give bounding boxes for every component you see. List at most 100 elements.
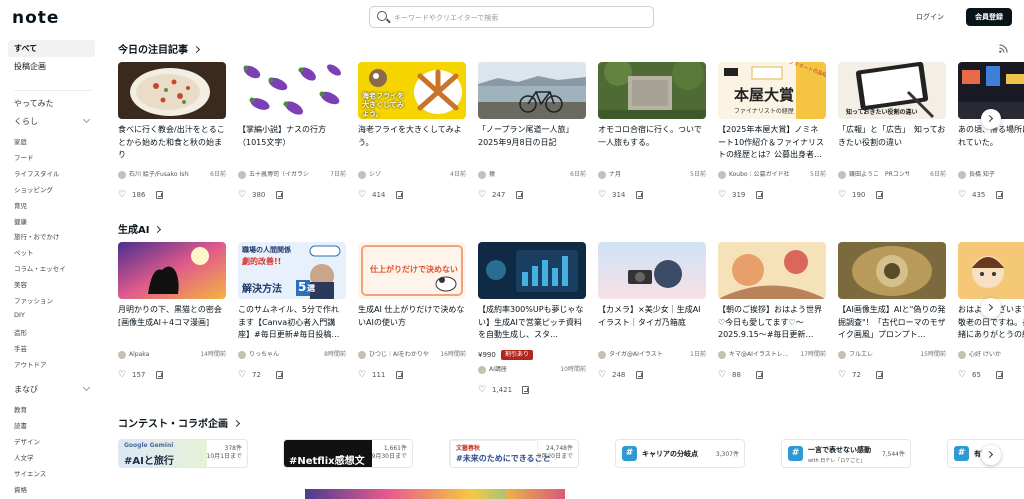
sidebar-item[interactable]: ペット xyxy=(14,247,34,257)
bookmark-icon[interactable] xyxy=(996,191,1003,199)
ai-next-button[interactable] xyxy=(981,298,1001,318)
article-card[interactable]: 【カメラ】×美少女｜生成AIイラスト｜タイガ乃箱庭 タイガ@AIイラスト 1日前 ♡ 2… xyxy=(598,242,706,402)
heart-icon[interactable]: ♡ xyxy=(598,191,606,200)
author-name[interactable]: 猿 xyxy=(489,171,549,179)
sidebar-item[interactable]: 育児 xyxy=(14,200,27,210)
sidebar-item[interactable]: コラム・エッセイ xyxy=(14,263,66,273)
article-author[interactable]: りっちゃん 8時間前 xyxy=(238,351,346,360)
author-name[interactable]: Koubo｜公募ガイド社 xyxy=(729,171,789,179)
signup-button[interactable]: 会員登録 xyxy=(966,8,1012,26)
featured-next-button[interactable] xyxy=(981,109,1001,129)
avatar[interactable] xyxy=(478,171,486,179)
chevron-down-icon[interactable] xyxy=(82,383,91,392)
section-ai-heading[interactable]: 生成AI xyxy=(118,221,162,236)
bookmark-icon[interactable] xyxy=(756,371,763,379)
article-title[interactable]: 【カメラ】×美少女｜生成AIイラスト｜タイガ乃箱庭 xyxy=(598,304,706,342)
article-author[interactable]: 五十嵐博司（イガラシ… 7日前 xyxy=(238,171,346,180)
avatar[interactable] xyxy=(358,171,366,179)
sidebar-item[interactable]: 家庭 xyxy=(14,136,27,146)
article-card[interactable]: 食べに行く教会/出汁をとることから始めた和食と秋の始まり 石川 絵子/Fusako… xyxy=(118,62,226,222)
article-thumbnail[interactable] xyxy=(238,62,346,119)
avatar[interactable] xyxy=(478,366,486,374)
article-card[interactable]: あの頃、帰る場所になってくれていた。長橋 知子7日前 ♡ 435 xyxy=(958,62,1024,222)
article-author[interactable]: 鎌田ようこ PRコンサ… 6日前 xyxy=(838,171,946,180)
avatar[interactable] xyxy=(118,351,126,359)
article-author[interactable]: 石川 絵子/Fusako Ishika… 6日前 xyxy=(118,171,226,180)
bookmark-icon[interactable] xyxy=(522,386,529,394)
contest-card[interactable]: # 一言で表せない感動 with 日テレ「ロケごと」 7,544件 xyxy=(781,439,911,468)
article-card[interactable]: 【掌編小説】ナスの行方（1015文字） 五十嵐博司（イガラシ… 7日前 ♡ 380 xyxy=(238,62,346,222)
avatar[interactable] xyxy=(238,171,246,179)
article-thumbnail[interactable]: 職場の人間関係 劇的改善!! 解決方法 5 選 xyxy=(238,242,346,299)
article-title[interactable]: オモコロ合宿に行く。ついで一人旅もする。 xyxy=(598,124,706,162)
sidebar-item[interactable]: フード xyxy=(14,152,34,162)
article-title[interactable]: 【成約率300%UPも夢じゃない】生成AIで営業ピッチ資料を自動生成し、スタ… xyxy=(478,304,586,342)
author-name[interactable]: 五十嵐博司（イガラシ… xyxy=(249,171,309,179)
author-name[interactable]: 石川 絵子/Fusako Ishika… xyxy=(129,171,189,179)
bookmark-icon[interactable] xyxy=(756,191,763,199)
avatar[interactable] xyxy=(598,171,606,179)
sidebar-item[interactable]: 美容 xyxy=(14,279,27,289)
article-title[interactable]: 海老フライを大きくしてみよう。 xyxy=(358,124,466,162)
heart-icon[interactable]: ♡ xyxy=(958,191,966,200)
article-card[interactable]: 【AI画像生成】AIと"偽りの発掘調査"！「古代ローマのモザイク画風」プロンプト… xyxy=(838,242,946,402)
article-title[interactable]: 月明かりの下、黒猫との密会[画像生成AI＋4コマ漫画] xyxy=(118,304,226,342)
article-author[interactable]: シゾ 4日前 xyxy=(358,171,466,180)
article-thumbnail[interactable] xyxy=(838,242,946,299)
bookmark-icon[interactable] xyxy=(396,191,403,199)
bookmark-icon[interactable] xyxy=(516,191,523,199)
contest-card[interactable]: # キャリアの分岐点 3,307件 xyxy=(615,439,745,468)
contest-card[interactable]: #AIと旅行 Google Gemini 378件 10月1日まで xyxy=(118,439,248,468)
bookmark-icon[interactable] xyxy=(876,191,883,199)
article-author[interactable]: キマ@AIイラストレ… 17時間前 xyxy=(718,351,826,360)
article-card[interactable]: 本屋大賞 ファイナリストの経歴 ノミネート作品紹介 【2025年本屋大賞】ノミネート1… xyxy=(718,62,826,222)
article-author[interactable]: タイガ@AIイラスト 1日前 xyxy=(598,351,706,360)
article-author[interactable]: 猿 6日前 xyxy=(478,171,586,180)
author-name[interactable]: フルエレ xyxy=(849,351,909,359)
avatar[interactable] xyxy=(718,171,726,179)
author-name[interactable]: キマ@AIイラストレ… xyxy=(729,351,789,359)
article-thumbnail[interactable] xyxy=(958,242,1024,299)
heart-icon[interactable]: ♡ xyxy=(358,371,366,380)
bookmark-icon[interactable] xyxy=(276,191,283,199)
article-author[interactable]: ナ月 5日前 xyxy=(598,171,706,180)
heart-icon[interactable]: ♡ xyxy=(238,371,246,380)
article-card[interactable]: 職場の人間関係 劇的改善!! 解決方法 5 選このサムネイル、5分で作れます【Canva… xyxy=(238,242,346,402)
author-name[interactable]: Alpaka xyxy=(129,351,189,359)
sidebar-item[interactable]: サイエンス xyxy=(14,468,46,478)
search-box[interactable] xyxy=(369,6,654,28)
avatar[interactable] xyxy=(838,171,846,179)
avatar[interactable] xyxy=(118,171,126,179)
heart-icon[interactable]: ♡ xyxy=(478,191,486,200)
author-name[interactable]: 長橋 知子 xyxy=(969,171,1024,179)
heart-icon[interactable]: ♡ xyxy=(958,371,966,380)
author-name[interactable]: タイガ@AIイラスト xyxy=(609,351,669,359)
author-name[interactable]: ナ月 xyxy=(609,171,669,179)
bookmark-icon[interactable] xyxy=(636,371,643,379)
article-title[interactable]: 【掌編小説】ナスの行方（1015文字） xyxy=(238,124,346,162)
sidebar-item[interactable]: ショッピング xyxy=(14,184,53,194)
heart-icon[interactable]: ♡ xyxy=(838,371,846,380)
avatar[interactable] xyxy=(958,351,966,359)
sidebar-item[interactable]: 造形 xyxy=(14,327,27,337)
article-card[interactable]: 月明かりの下、黒猫との密会[画像生成AI＋4コマ漫画] Alpaka 14時間前 ♡ 1… xyxy=(118,242,226,402)
sidebar-item[interactable]: 教育 xyxy=(14,404,27,414)
heart-icon[interactable]: ♡ xyxy=(718,191,726,200)
article-card[interactable]: 仕上がりだけで決めない 生成AI 仕上がりだけで決めないAIの使い方 ひつじ｜AIを… xyxy=(358,242,466,402)
article-title[interactable]: 「広報」と「広告」 知っておきたい役割の違い xyxy=(838,124,946,162)
sidebar-group-learn[interactable]: まなび xyxy=(14,384,38,395)
article-thumbnail[interactable] xyxy=(118,62,226,119)
article-title[interactable]: このサムネイル、5分で作れます【Canva初心者入門講座】#毎日更新#毎日投稿… xyxy=(238,304,346,342)
article-author[interactable]: 心好 けいか9時間前 xyxy=(958,351,1024,360)
contest-next-button[interactable] xyxy=(981,445,1001,465)
article-author[interactable]: フルエレ 15時間前 xyxy=(838,351,946,360)
bookmark-icon[interactable] xyxy=(156,371,163,379)
heart-icon[interactable]: ♡ xyxy=(718,371,726,380)
article-thumbnail[interactable]: 知っておきたい役割の違い xyxy=(838,62,946,119)
article-author[interactable]: 長橋 知子7日前 xyxy=(958,171,1024,180)
article-author[interactable]: Alpaka 14時間前 xyxy=(118,351,226,360)
author-name[interactable]: 鎌田ようこ PRコンサ… xyxy=(849,171,909,179)
author-name[interactable]: シゾ xyxy=(369,171,429,179)
rss-icon[interactable] xyxy=(999,44,1008,53)
sidebar-item[interactable]: 手芸 xyxy=(14,343,27,353)
